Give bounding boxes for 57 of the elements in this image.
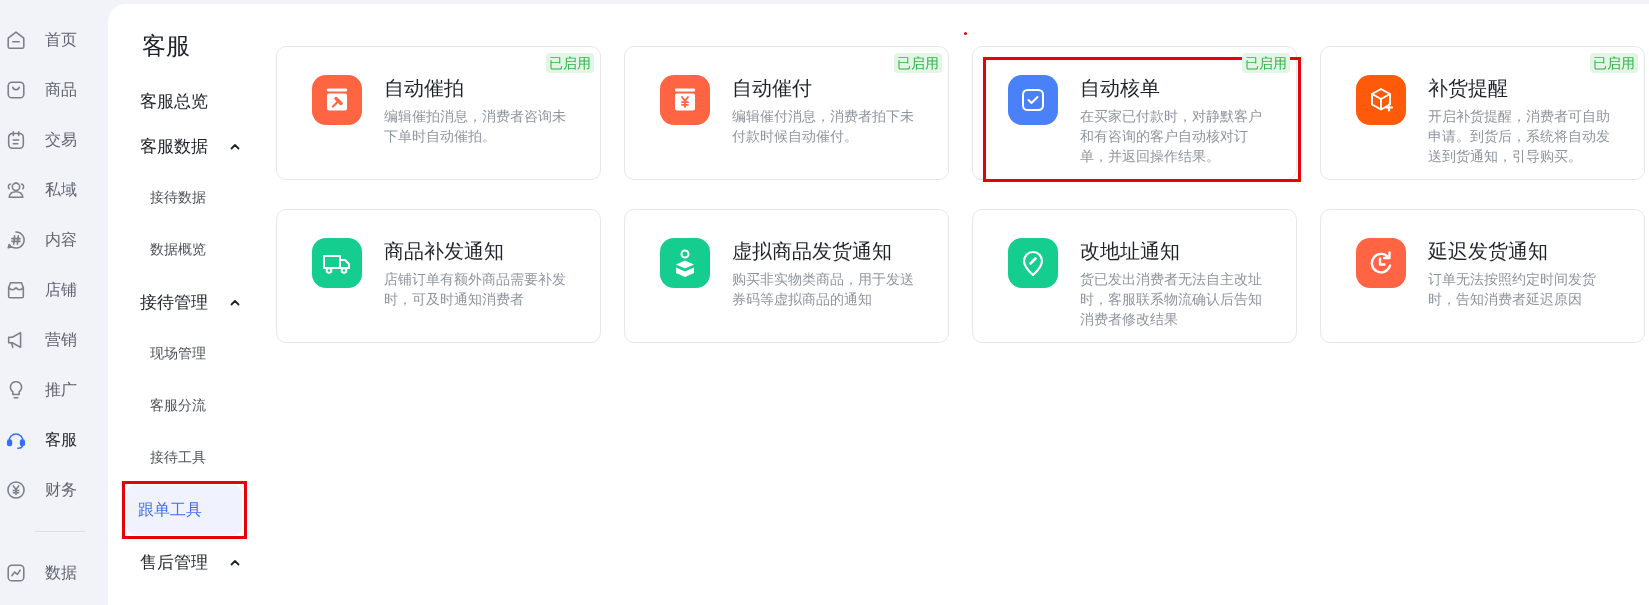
- card-description: 开启补货提醒，消费者可自助申请。到货后，系统将自动发送到货通知，引导购买。: [1428, 107, 1611, 166]
- sidebar-subitem[interactable]: 客服分流: [127, 381, 242, 431]
- nav-item[interactable]: 财务: [5, 465, 77, 515]
- status-badge: 已启用: [1242, 53, 1290, 73]
- chart-icon: [5, 562, 27, 584]
- status-badge: 已启用: [894, 53, 942, 73]
- card-title: 自动催付: [732, 75, 812, 101]
- card-title: 商品补发通知: [384, 238, 504, 264]
- card-title: 虚拟商品发货通知: [732, 238, 892, 264]
- card-description: 货已发出消费者无法自主改址时，客服联系物流确认后告知消费者修改结果: [1080, 270, 1263, 329]
- card-title: 补货提醒: [1428, 75, 1508, 101]
- home-icon: [5, 29, 27, 51]
- card-description: 编辑催付消息，消费者拍下未付款时候自动催付。: [732, 107, 915, 146]
- feature-card[interactable]: 自动催付 编辑催付消息，消费者拍下未付款时候自动催付。 已启用: [624, 46, 949, 180]
- card-description: 店铺订单有额外商品需要补发时，可及时通知消费者: [384, 270, 567, 309]
- dot-icon: [964, 32, 967, 35]
- nav-item[interactable]: 首页: [5, 15, 77, 65]
- card-title: 自动核单: [1080, 75, 1160, 101]
- store-icon: [5, 279, 27, 301]
- card-description: 在买家已付款时，对静默客户和有咨询的客户自动核对订单，并返回操作结果。: [1080, 107, 1263, 166]
- nav-item[interactable]: 店铺: [5, 265, 77, 315]
- sidebar-item[interactable]: 客服总览: [127, 83, 242, 119]
- nav-item[interactable]: 商品: [5, 65, 77, 115]
- feature-card[interactable]: 延迟发货通知 订单无法按照约定时间发货时，告知消费者延迟原因: [1320, 209, 1645, 343]
- feature-card[interactable]: 虚拟商品发货通知 购买非实物类商品，用于发送券码等虚拟商品的通知: [624, 209, 949, 343]
- sidebar-item[interactable]: 售后管理: [127, 544, 242, 580]
- sidebar-title: 客服: [141, 31, 190, 62]
- status-badge: 已启用: [1590, 53, 1638, 73]
- feature-card[interactable]: 自动催拍 编辑催拍消息，消费者咨询未下单时自动催拍。 已启用: [276, 46, 601, 180]
- feature-card[interactable]: 补货提醒 开启补货提醒，消费者可自助申请。到货后，系统将自动发送到货通知，引导购买。 已启用: [1320, 46, 1645, 180]
- sidebar-subitem[interactable]: 现场管理: [127, 329, 242, 379]
- notepad-icon: [5, 129, 27, 151]
- card-title: 改地址通知: [1080, 238, 1180, 264]
- hashtag-icon: [5, 229, 27, 251]
- bag-icon: [5, 79, 27, 101]
- sidebar-item[interactable]: 客服数据: [127, 128, 242, 164]
- sidebar-subitem[interactable]: 数据概览: [127, 225, 242, 275]
- sidebar-subitem[interactable]: 接待工具: [127, 433, 242, 483]
- yen-icon: [5, 479, 27, 501]
- sidebar-item[interactable]: 接待管理: [127, 284, 242, 320]
- users-icon: [5, 179, 27, 201]
- sidebar-subitem[interactable]: 接待数据: [127, 173, 242, 223]
- nav-item[interactable]: 内容: [5, 215, 77, 265]
- nav-item[interactable]: 推广: [5, 365, 77, 415]
- card-description: 购买非实物类商品，用于发送券码等虚拟商品的通知: [732, 270, 915, 309]
- card-description: 订单无法按照约定时间发货时，告知消费者延迟原因: [1428, 270, 1597, 309]
- card-title: 自动催拍: [384, 75, 464, 101]
- feature-card[interactable]: 商品补发通知 店铺订单有额外商品需要补发时，可及时通知消费者: [276, 209, 601, 343]
- feature-card[interactable]: 改地址通知 货已发出消费者无法自主改址时，客服联系物流确认后告知消费者修改结果: [972, 209, 1297, 343]
- nav-item[interactable]: 客服: [5, 415, 77, 465]
- nav-item[interactable]: 私域: [5, 165, 77, 215]
- card-title: 延迟发货通知: [1428, 238, 1548, 264]
- status-badge: 已启用: [546, 53, 594, 73]
- nav-item[interactable]: 交易: [5, 115, 77, 165]
- nav-item[interactable]: 营销: [5, 315, 77, 365]
- card-description: 编辑催拍消息，消费者咨询未下单时自动催拍。: [384, 107, 567, 146]
- nav-item[interactable]: 数据: [5, 548, 77, 598]
